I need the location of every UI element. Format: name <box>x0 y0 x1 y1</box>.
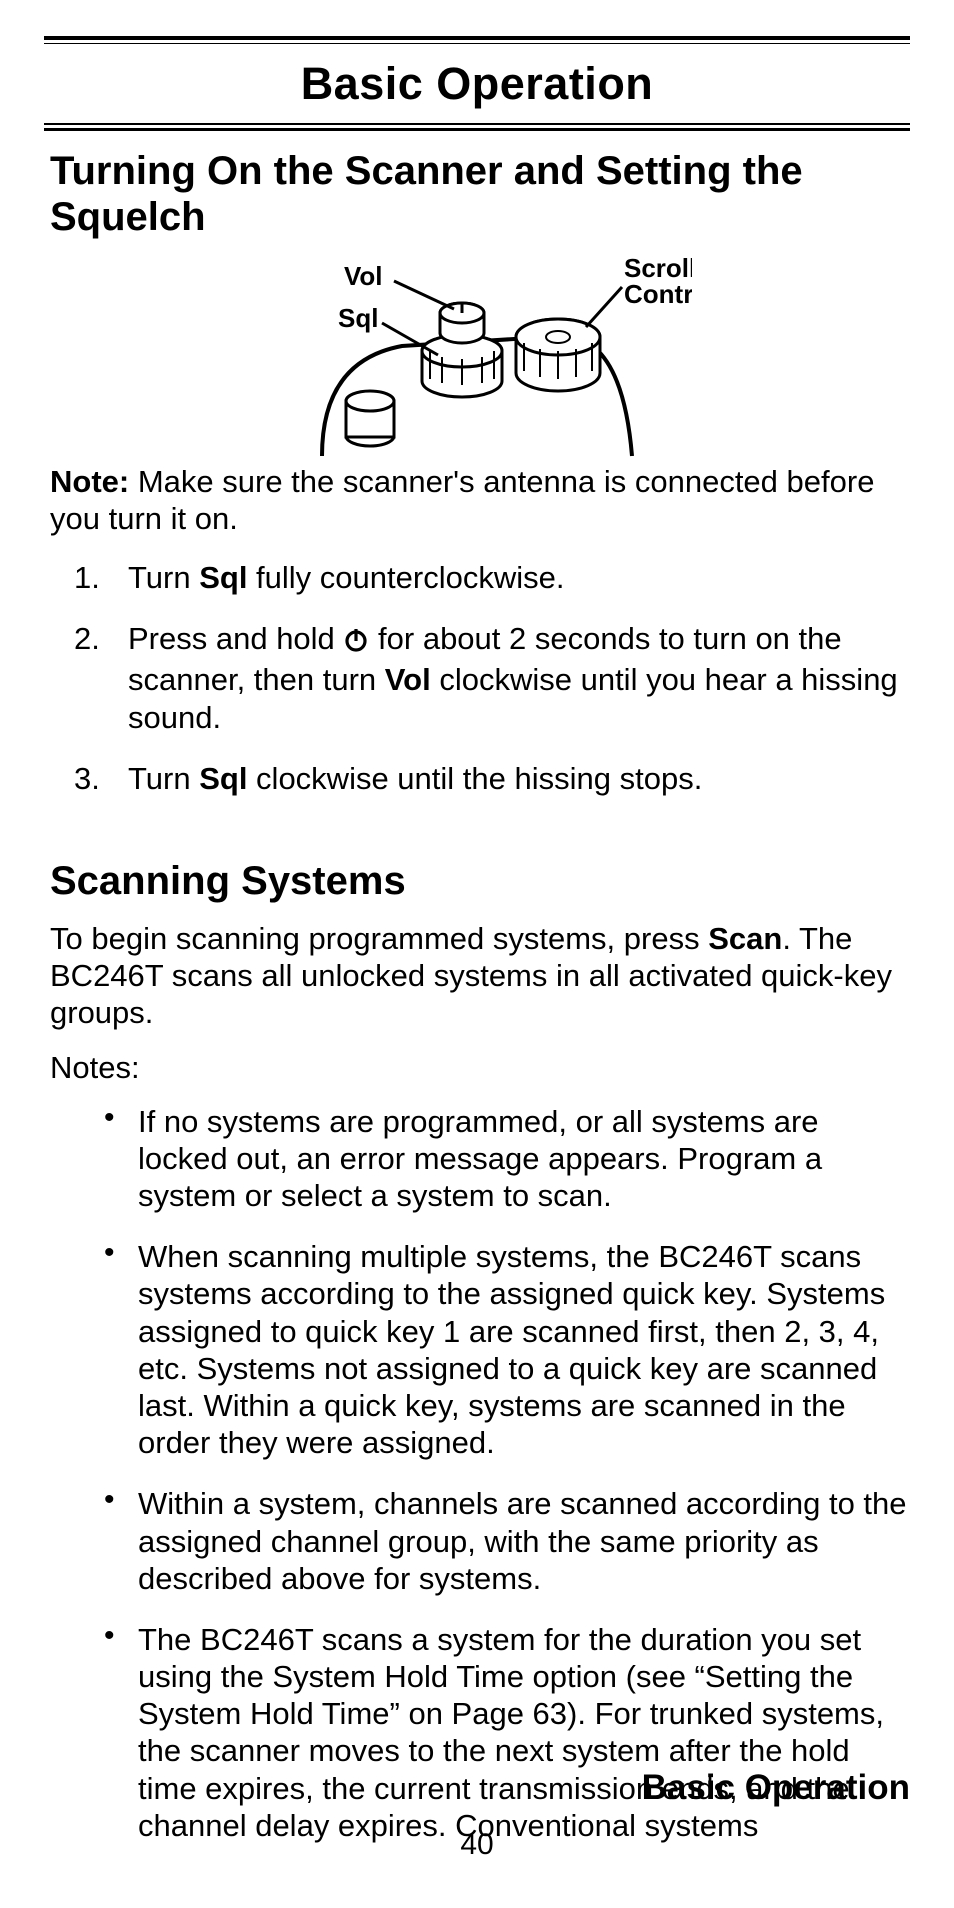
svg-text:Control: Control <box>624 279 692 309</box>
footer-section-label: Basic Operation <box>642 1768 910 1808</box>
section-heading-scanning: Scanning Systems <box>50 859 910 904</box>
note-label: Note: <box>50 464 129 499</box>
top-rule-thin <box>44 43 910 45</box>
top-rule-thick <box>44 36 910 40</box>
page-number: 40 <box>0 1828 954 1862</box>
chapter-title: Basic Operation <box>44 58 910 110</box>
note-bullet-2: When scanning multiple systems, the BC24… <box>92 1238 910 1461</box>
figure-label-sql: Sql <box>338 303 378 333</box>
figure-label-vol: Vol <box>344 261 383 291</box>
note-paragraph: Note: Make sure the scanner's antenna is… <box>50 463 904 537</box>
scanner-knobs-svg: Vol Sql Scroll Control <box>262 251 692 461</box>
notes-label: Notes: <box>50 1049 904 1086</box>
note-bullet-1: If no systems are programmed, or all sys… <box>92 1103 910 1215</box>
note-bullet-4: The BC246T scans a system for the durati… <box>92 1621 910 1844</box>
scanning-intro: To begin scanning programmed systems, pr… <box>50 920 904 1032</box>
scanner-knobs-figure: Vol Sql Scroll Control <box>44 251 910 461</box>
mid-rule-thick <box>44 128 910 132</box>
notes-list: If no systems are programmed, or all sys… <box>92 1103 910 1868</box>
mid-rule-thin <box>44 123 910 125</box>
steps-list: Turn Sql fully counterclockwise. Press a… <box>74 559 910 821</box>
step-1: Turn Sql fully counterclockwise. <box>74 559 910 596</box>
step-3: Turn Sql clockwise until the hissing sto… <box>74 760 910 797</box>
note-bullet-3: Within a system, channels are scanned ac… <box>92 1485 910 1597</box>
note-text: Make sure the scanner's antenna is conne… <box>50 464 874 536</box>
step-2: Press and hold for about 2 seconds to tu… <box>74 620 910 736</box>
power-icon <box>343 624 369 661</box>
section-heading-turning-on: Turning On the Scanner and Setting the S… <box>50 149 910 240</box>
